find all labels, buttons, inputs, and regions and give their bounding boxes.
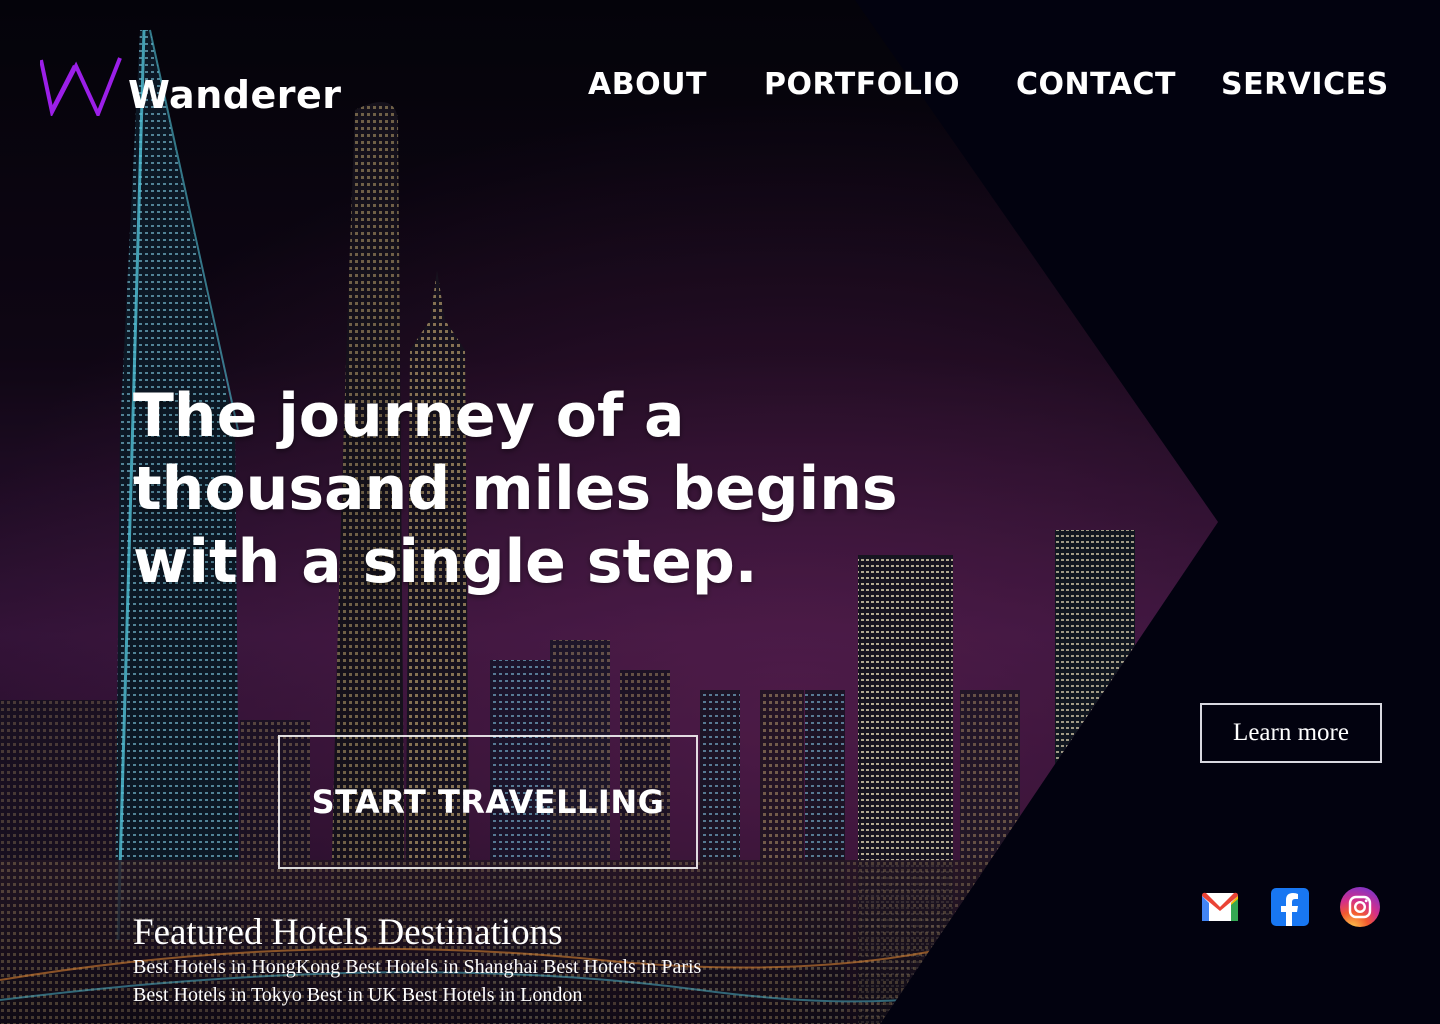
start-travelling-button[interactable]: START TRAVELLING <box>278 735 698 869</box>
link-hotels-hongkong[interactable]: Best Hotels in HongKong <box>133 956 340 978</box>
w-zigzag-logo-icon <box>40 57 122 116</box>
brand-logo[interactable]: Wanderer <box>40 56 341 116</box>
link-hotels-london[interactable]: Best Hotels in London <box>402 984 583 1006</box>
learn-more-button[interactable]: Learn more <box>1200 703 1382 763</box>
featured-links: Best Hotels in HongKong Best Hotels in S… <box>133 953 773 1009</box>
landing-page: Wanderer ABOUT PORTFOLIO CONTACT SERVICE… <box>0 0 1440 1024</box>
link-hotels-shanghai[interactable]: Best Hotels in Shanghai <box>345 956 538 978</box>
link-best-uk[interactable]: Best in UK <box>307 984 397 1006</box>
facebook-icon[interactable] <box>1270 887 1310 927</box>
featured-title: Featured Hotels Destinations <box>133 912 563 953</box>
gmail-icon[interactable] <box>1200 887 1240 927</box>
nav-portfolio[interactable]: PORTFOLIO <box>764 68 960 101</box>
nav-services[interactable]: SERVICES <box>1221 68 1389 101</box>
link-hotels-paris[interactable]: Best Hotels in Paris <box>543 956 701 978</box>
instagram-icon[interactable] <box>1340 887 1380 927</box>
link-hotels-tokyo[interactable]: Best Hotels in Tokyo <box>133 984 302 1006</box>
brand-name: Wanderer <box>128 73 342 117</box>
hero-headline: The journey of a thousand miles begins w… <box>133 381 898 597</box>
nav-contact[interactable]: CONTACT <box>1016 68 1176 101</box>
nav-about[interactable]: ABOUT <box>588 68 707 101</box>
